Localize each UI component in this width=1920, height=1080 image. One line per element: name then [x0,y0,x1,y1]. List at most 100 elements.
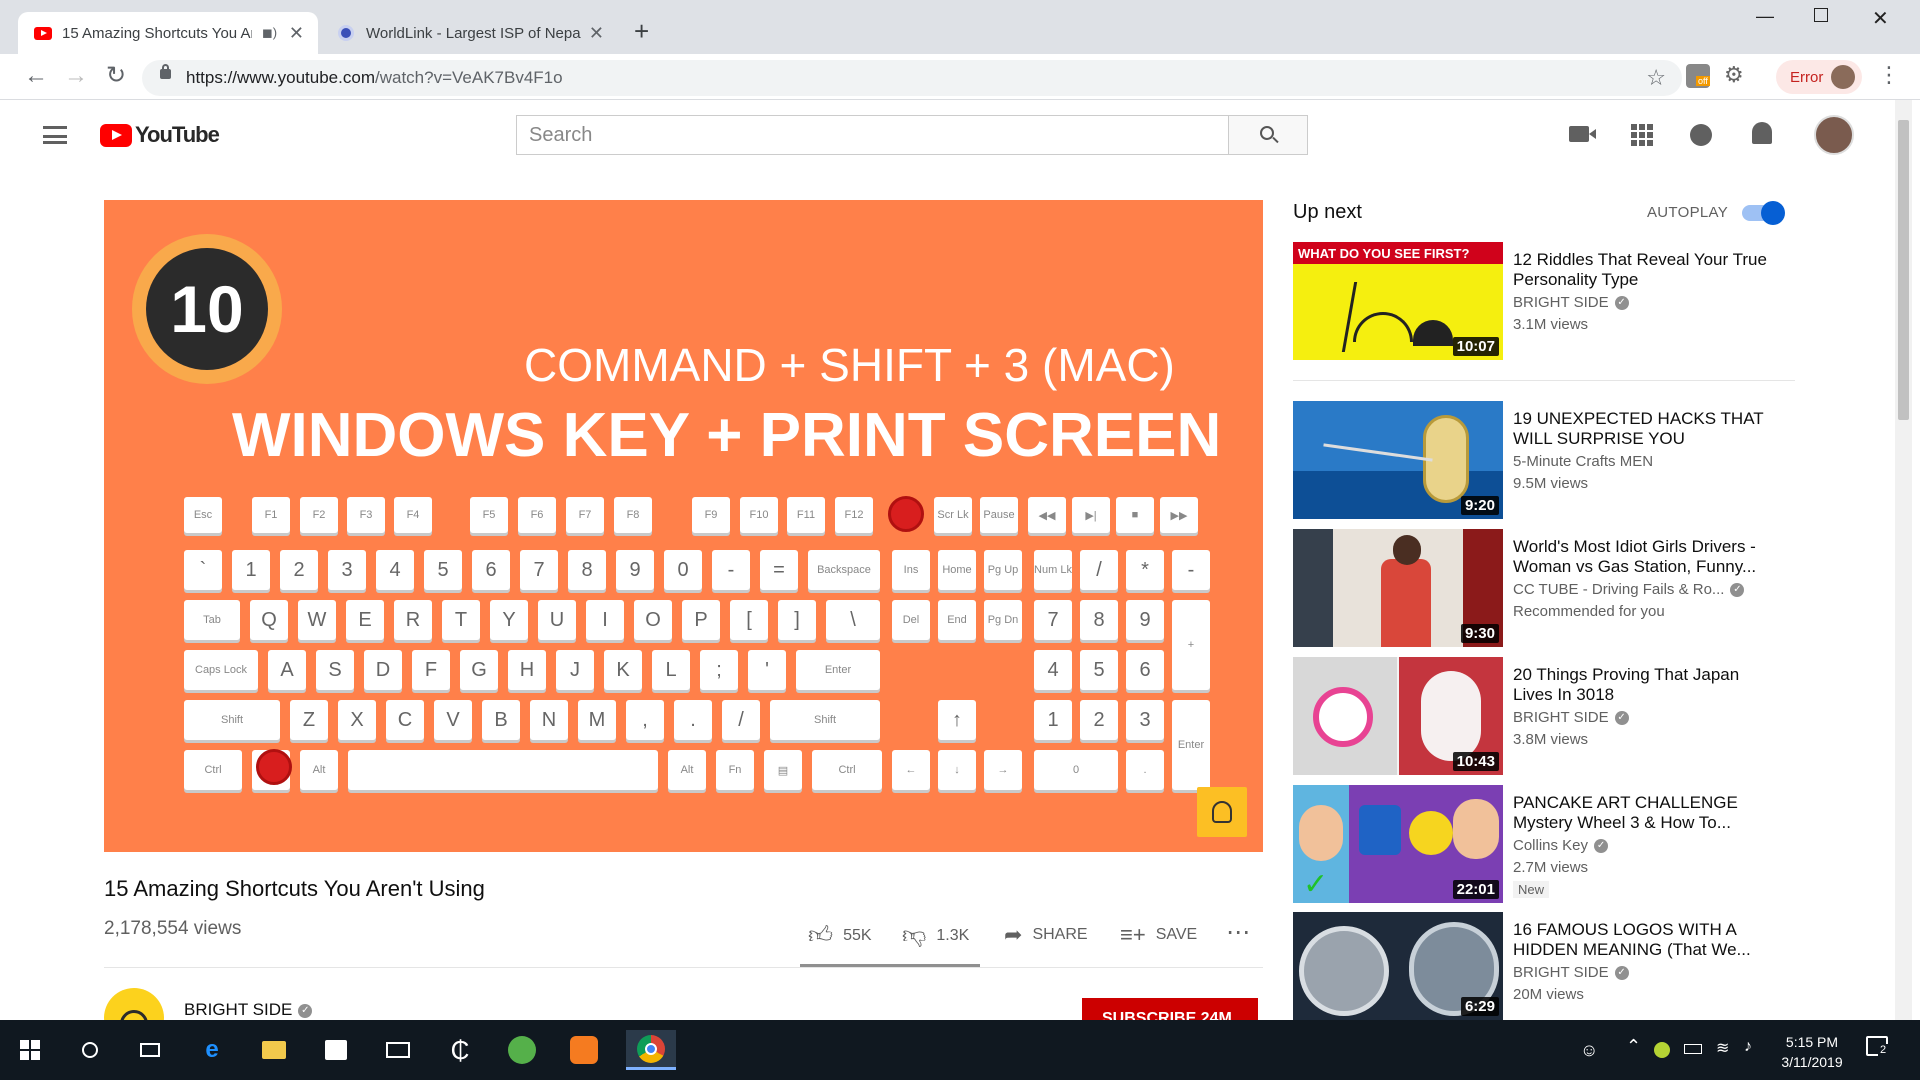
keyboard-key: . [674,700,712,740]
search-icon[interactable] [70,1030,110,1070]
verified-icon: ✓ [1614,966,1629,981]
bookmark-star-icon[interactable]: ☆ [1646,65,1666,91]
video-views: 20M views [1513,986,1584,1003]
recommended-video[interactable]: ✓ 22:01 PANCAKE ART CHALLENGE Mystery Wh… [1293,785,1793,903]
video-title: 20 Things Proving That Japan Lives In 30… [1513,665,1740,704]
like-button[interactable]: 👍︎ 55K [808,922,872,950]
profile-error-button[interactable]: Error [1776,60,1862,94]
store-icon[interactable] [316,1030,356,1070]
windows-taskbar: e ₵ ☺ ⌃ ≋ ♪ 5:15 PM 3/11/2019 2 [0,1020,1920,1080]
recommended-video[interactable]: 6:29 16 FAMOUS LOGOS WITH A HIDDEN MEANI… [1293,912,1793,1020]
people-icon[interactable]: ☺ [1580,1040,1598,1061]
keyboard-key: Pause [980,497,1018,533]
keyboard-key: ' [748,650,786,690]
browser-menu-icon[interactable]: ⋮ [1878,62,1900,88]
autoplay-toggle[interactable] [1742,201,1785,225]
battery-icon[interactable] [1684,1044,1702,1054]
messages-icon[interactable] [1690,124,1712,146]
video-views: 9.5M views [1513,475,1589,492]
close-window-button[interactable]: ✕ [1872,6,1889,31]
address-bar[interactable]: https://www.youtube.com/watch?v=VeAK7Bv4… [142,60,1682,96]
save-button[interactable]: ≡+ SAVE [1120,922,1197,948]
scrollbar-thumb[interactable] [1898,120,1909,420]
edge-icon[interactable]: e [192,1030,232,1070]
keyboard-key: Pg Up [984,550,1022,590]
new-tab-button[interactable]: + [634,16,649,47]
youtube-wordmark: YouTube [135,122,220,147]
account-avatar[interactable] [1814,115,1854,155]
share-button[interactable]: ➦ SHARE [1004,922,1088,948]
utorrent-icon[interactable] [502,1030,542,1070]
chrome-taskbar-button[interactable] [626,1030,676,1070]
search-input[interactable]: Search [516,115,1238,155]
thumbnail-caption: WHAT DO YOU SEE FIRST? [1293,242,1503,264]
back-button[interactable]: ← [24,62,48,90]
keyboard-key: 6 [1126,650,1164,690]
video-player[interactable]: 10 COMMAND + SHIFT + 3 (MAC) WINDOWS KEY… [104,200,1263,852]
tab-worldlink[interactable]: WorldLink - Largest ISP of Nepal ✕ [322,12,618,54]
url-host: https://www.youtube.com [186,68,375,87]
file-explorer-icon[interactable] [254,1030,294,1070]
hamburger-menu-icon[interactable] [43,126,67,144]
extension-gear-icon[interactable]: ⚙ [1724,62,1744,88]
recommended-video[interactable]: 9:30 World's Most Idiot Girls Drivers - … [1293,529,1793,647]
keyboard-key: Ins [892,550,930,590]
show-hidden-icons-chevron-icon[interactable]: ⌃ [1626,1036,1641,1057]
close-tab-icon[interactable]: ✕ [289,23,304,44]
keyboard-key: K [604,650,642,690]
keyboard-key: / [1080,550,1118,590]
keyboard-key: Backspace [808,550,880,590]
keyboard-key: Y [490,600,528,640]
page-scrollbar[interactable] [1895,100,1912,1020]
task-view-icon[interactable] [130,1030,170,1070]
start-button[interactable] [10,1030,50,1070]
dislike-button[interactable]: 👎︎ 1.3K [902,922,969,950]
vpn-app-icon[interactable]: ₵ [440,1030,480,1070]
keyboard-key: 5 [424,550,462,590]
keyboard-key: Z [290,700,328,740]
keyboard-key: 4 [376,550,414,590]
volume-icon[interactable]: ♪ [1744,1038,1752,1056]
mail-icon[interactable] [378,1030,418,1070]
notifications-bell-icon[interactable] [1752,122,1772,144]
keyboard-key: 4 [1034,650,1072,690]
search-button[interactable] [1228,115,1308,155]
minimize-button[interactable]: — [1756,6,1774,27]
keyboard-key: End [938,600,976,640]
wifi-icon[interactable]: ≋ [1716,1038,1729,1058]
verified-icon: ✓ [1594,839,1609,854]
extension-icon[interactable]: off [1686,64,1710,88]
action-center-icon[interactable]: 2 [1866,1036,1889,1056]
thumbs-down-icon: 👎︎ [902,922,927,949]
keyboard-key: E [346,600,384,640]
recommended-video[interactable]: 9:20 19 UNEXPECTED HACKS THAT WILL SURPR… [1293,401,1793,519]
recommended-video[interactable]: WHAT DO YOU SEE FIRST? 10:07 12 Riddles … [1293,242,1793,360]
clock[interactable]: 5:15 PM 3/11/2019 [1772,1032,1852,1072]
keyboard-key: Ctrl [184,750,242,790]
tray-app-icon[interactable] [1654,1042,1670,1058]
keyboard-key: 7 [1034,600,1072,640]
apps-grid-icon[interactable] [1631,124,1653,146]
forward-button[interactable]: → [64,62,88,90]
create-video-icon[interactable] [1569,126,1596,142]
tab-youtube[interactable]: 15 Amazing Shortcuts You Aren't Using ◼)… [18,12,318,54]
clock-time: 5:15 PM [1785,1034,1839,1050]
speaker-icon[interactable]: ◼) [262,25,277,41]
maximize-button[interactable] [1814,8,1828,22]
browser-toolbar: ← → ↻ https://www.youtube.com/watch?v=Ve… [0,54,1920,100]
youtube-logo[interactable]: YouTube [100,122,220,148]
more-actions-icon[interactable]: ⋯ [1226,918,1250,947]
divider [1293,380,1795,381]
video-view-count: 2,178,554 views [104,918,242,939]
recommended-video[interactable]: 10:43 20 Things Proving That Japan Lives… [1293,657,1793,775]
keyboard-key: ] [778,600,816,640]
close-tab-icon[interactable]: ✕ [589,23,604,44]
keyboard-illustration: Esc F1 F2 F3 F4 F5 F6 F7 F8 F9 F10 F11 F12 Scr Lk Paus… [104,200,1263,852]
lock-shackle-icon [162,64,169,72]
channel-name[interactable]: BRIGHT SIDE ✓ [184,1000,313,1020]
video-views: 3.8M views [1513,731,1589,748]
uc-browser-icon[interactable] [564,1030,604,1070]
keyboard-key: ▶▶ [1160,497,1198,533]
share-arrow-icon: ➦ [1004,922,1023,947]
reload-button[interactable]: ↻ [106,61,126,90]
